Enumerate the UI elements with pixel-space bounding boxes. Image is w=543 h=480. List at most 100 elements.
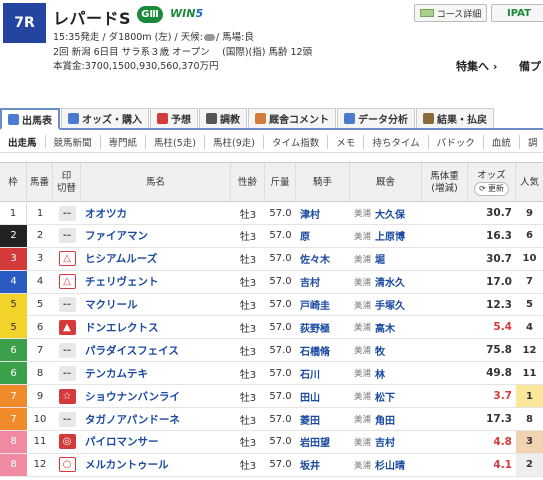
jockey-name[interactable]: 荻野極 xyxy=(296,316,350,338)
mark-button[interactable]: △ xyxy=(58,274,76,290)
horse-name[interactable]: テンカムテキ xyxy=(81,362,231,384)
trainer-name[interactable]: 清水久 xyxy=(375,274,405,289)
horse-name[interactable]: ショウナンバンライ xyxy=(81,385,231,407)
tab-0[interactable]: 出馬表 xyxy=(0,108,60,130)
popularity-rank: 7 xyxy=(526,276,533,288)
mark-button[interactable]: -- xyxy=(58,228,76,244)
trainer-name[interactable]: 高木 xyxy=(375,320,395,335)
mark-button[interactable]: ☆ xyxy=(58,388,76,404)
header-body-weight-sub: (増減) xyxy=(431,182,458,194)
trainer-name[interactable]: 角田 xyxy=(375,412,395,427)
mark-button[interactable]: ▲ xyxy=(58,319,76,335)
jockey-name[interactable]: 菱田 xyxy=(296,408,350,430)
odds-refresh-button[interactable]: ⟳ 更新 xyxy=(474,181,509,196)
trainer-name[interactable]: 松下 xyxy=(375,389,395,404)
course-detail-button[interactable]: コース詳細 xyxy=(414,4,487,22)
subtab-6[interactable]: メモ xyxy=(328,134,365,149)
jockey-name[interactable]: 石橋脩 xyxy=(296,339,350,361)
body-weight-cell xyxy=(422,408,468,430)
tab-2[interactable]: 予想 xyxy=(150,108,198,128)
subtab-5[interactable]: タイム指数 xyxy=(264,134,329,149)
mark-button[interactable]: -- xyxy=(58,411,76,427)
jockey-name[interactable]: 戸崎圭 xyxy=(296,294,350,316)
trainer-name[interactable]: 手塚久 xyxy=(375,297,405,312)
trainer-name[interactable]: 吉村 xyxy=(375,434,395,449)
mark-button[interactable]: -- xyxy=(58,365,76,381)
jockey-name[interactable]: 坂井 xyxy=(296,454,350,476)
data-icon xyxy=(344,113,355,124)
table-row: 7 9 ☆ ショウナンバンライ 牡3 57.0 田山 美浦 松下 3.7 1 xyxy=(0,385,543,409)
jockey-name[interactable]: 吉村 xyxy=(296,271,350,293)
mark-button[interactable]: ◎ xyxy=(58,434,76,450)
header-waku-label: 枠 xyxy=(8,176,18,188)
body-weight-cell xyxy=(422,248,468,270)
jockey-name[interactable]: 原 xyxy=(296,225,350,247)
odds-value: 3.7 xyxy=(493,390,512,403)
subtab-7[interactable]: 持ちタイム xyxy=(364,134,429,149)
horse-name[interactable]: オオツカ xyxy=(81,202,231,224)
subtab-0[interactable]: 出走馬 xyxy=(0,134,46,149)
jockey-name[interactable]: 佐々木 xyxy=(296,248,350,270)
jockey-name[interactable]: 石川 xyxy=(296,362,350,384)
trainer-name[interactable]: 杉山晴 xyxy=(375,457,405,472)
tab-6[interactable]: 結果・払戻 xyxy=(416,108,494,128)
trainer-name[interactable]: 上原博 xyxy=(375,228,405,243)
prep-link[interactable]: 備プ xyxy=(519,58,541,74)
mark-button[interactable]: ○ xyxy=(58,457,76,473)
subtab-2[interactable]: 専門紙 xyxy=(101,134,147,149)
horse-name[interactable]: タガノアパンドーネ xyxy=(81,408,231,430)
tab-4[interactable]: 厩舎コメント xyxy=(248,108,336,128)
popularity-rank: 4 xyxy=(526,321,533,333)
subtab-10[interactable]: 調 xyxy=(520,135,543,149)
body-weight-cell xyxy=(422,294,468,316)
jockey-name[interactable]: 津村 xyxy=(296,202,350,224)
header-uma: 馬番 xyxy=(27,163,53,202)
body-weight-cell xyxy=(422,271,468,293)
jockey-name[interactable]: 岩田望 xyxy=(296,431,350,453)
tab-3[interactable]: 調教 xyxy=(199,108,247,128)
carry-weight: 57.0 xyxy=(269,390,292,402)
mark-button[interactable]: -- xyxy=(58,297,76,313)
sex-age: 牡3 xyxy=(239,346,257,358)
horse-number: 8 xyxy=(36,367,44,379)
mark-cell: -- xyxy=(53,294,81,316)
subtab-4[interactable]: 馬柱(9走) xyxy=(205,134,264,149)
header-mark[interactable]: 印切替 xyxy=(53,163,81,202)
trainer-cell: 美浦 松下 xyxy=(350,385,422,407)
horse-name[interactable]: メルカントゥール xyxy=(81,454,231,476)
trainer-name[interactable]: 林 xyxy=(375,366,385,381)
subtab-1[interactable]: 競馬新聞 xyxy=(46,134,101,149)
tab-1[interactable]: オッズ・購入 xyxy=(61,108,149,128)
horse-name[interactable]: チェリヴェント xyxy=(81,271,231,293)
header-body-weight-label: 馬体重 xyxy=(430,170,459,182)
trainer-name[interactable]: 牧 xyxy=(375,343,385,358)
horse-name[interactable]: ファイアマン xyxy=(81,225,231,247)
subtab-3[interactable]: 馬柱(5走) xyxy=(146,134,206,149)
cloud-icon xyxy=(203,34,215,41)
mark-toggle[interactable]: 切替 xyxy=(57,183,76,195)
waku-cell: 7 xyxy=(0,385,27,408)
special-feature-link[interactable]: 特集へ › xyxy=(456,58,497,74)
mark-cell: -- xyxy=(53,362,81,384)
mark-button[interactable]: -- xyxy=(58,205,76,221)
sex-age: 牡3 xyxy=(239,301,257,313)
horse-name[interactable]: パイロマンサー xyxy=(81,431,231,453)
header-name: 馬名 xyxy=(81,163,231,202)
waku-cell: 4 xyxy=(0,270,27,293)
horse-name[interactable]: マクリール xyxy=(81,294,231,316)
horse-name[interactable]: ヒシアムルーズ xyxy=(81,248,231,270)
horse-number: 6 xyxy=(36,321,44,333)
horse-name[interactable]: ドンエレクトス xyxy=(81,316,231,338)
mark-button[interactable]: △ xyxy=(58,251,76,267)
mark-button[interactable]: -- xyxy=(58,342,76,358)
sex-age: 牡3 xyxy=(239,209,257,221)
horse-name[interactable]: パラダイスフェイス xyxy=(81,339,231,361)
subtab-8[interactable]: パドック xyxy=(429,134,484,149)
tab-5[interactable]: データ分析 xyxy=(337,108,415,128)
ipat-button[interactable]: IPAT xyxy=(491,4,543,22)
sex-age: 牡3 xyxy=(239,278,257,290)
trainer-name[interactable]: 堀 xyxy=(375,251,385,266)
trainer-name[interactable]: 大久保 xyxy=(375,206,405,221)
subtab-9[interactable]: 血統 xyxy=(484,134,520,149)
jockey-name[interactable]: 田山 xyxy=(296,385,350,407)
